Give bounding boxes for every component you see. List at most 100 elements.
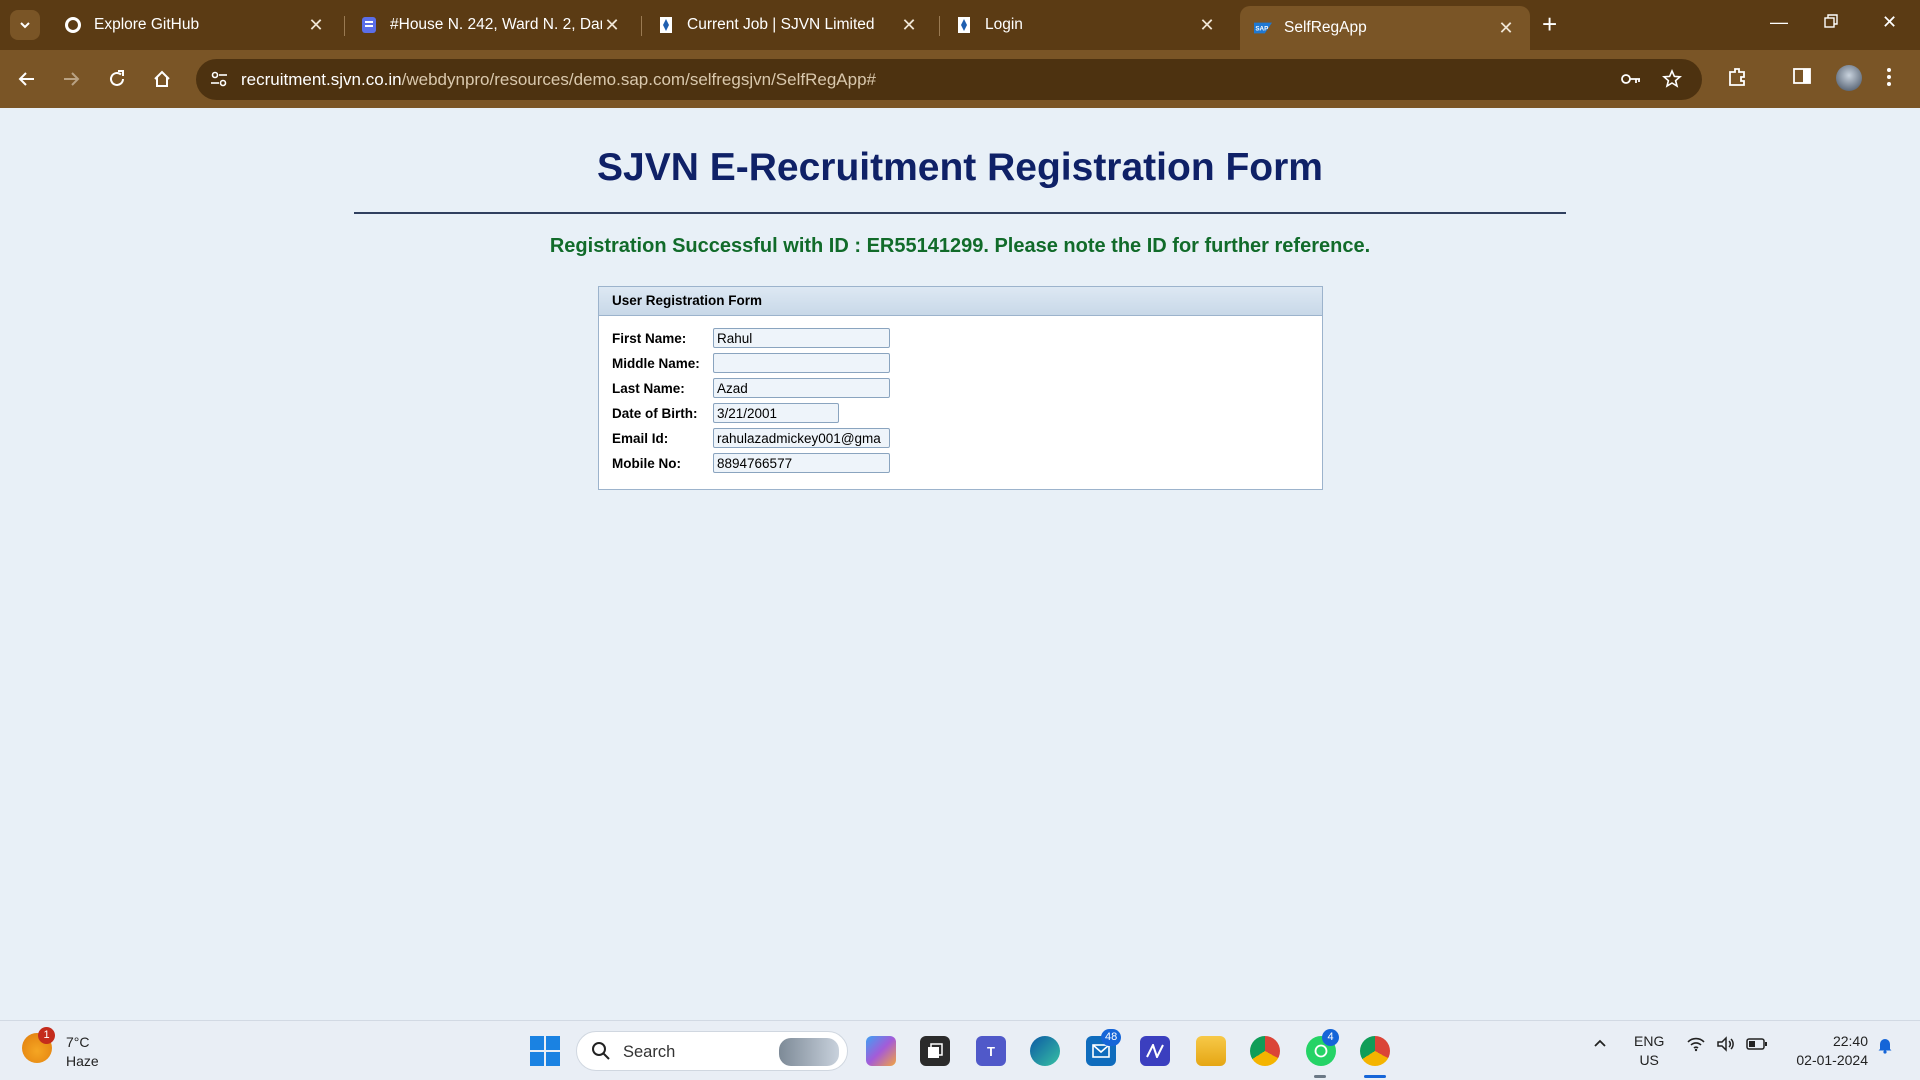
tab-title: Login	[985, 16, 1023, 33]
task-view-icon[interactable]	[920, 1036, 950, 1066]
language-indicator[interactable]: ENG US	[1634, 1032, 1664, 1070]
last-name-field[interactable]	[713, 378, 890, 398]
site-info-icon[interactable]	[208, 68, 232, 92]
tab-strip: Explore GitHub ✕ #House N. 242, Ward N. …	[0, 0, 1920, 50]
url-text[interactable]: recruitment.sjvn.co.in/webdynpro/resourc…	[241, 70, 876, 90]
middle-name-row: Middle Name:	[612, 353, 890, 373]
close-tab-icon[interactable]: ✕	[306, 15, 326, 36]
email-label: Email Id:	[612, 430, 669, 446]
tab-title: SelfRegApp	[1284, 19, 1367, 36]
close-tab-icon[interactable]: ✕	[899, 15, 919, 36]
mobile-row: Mobile No:	[612, 453, 890, 473]
chevron-down-icon	[20, 22, 30, 29]
edge-icon[interactable]	[1030, 1036, 1060, 1066]
minimize-icon[interactable]: —	[1770, 12, 1788, 33]
date-of-birth-field[interactable]	[713, 403, 839, 423]
windows-start-icon[interactable]	[530, 1036, 560, 1066]
chrome-icon[interactable]	[1250, 1036, 1280, 1066]
weather-condition: Haze	[66, 1053, 99, 1069]
language-bottom: US	[1639, 1052, 1659, 1068]
user-registration-panel: User Registration Form First Name: Middl…	[598, 286, 1323, 490]
tab-house-document[interactable]: #House N. 242, Ward N. 2, Darj ✕	[346, 6, 636, 44]
title-divider	[354, 212, 1566, 214]
tab-selfregapp[interactable]: SAP SelfRegApp ✕	[1240, 6, 1530, 50]
date-of-birth-row: Date of Birth:	[612, 403, 839, 423]
profile-avatar[interactable]	[1836, 65, 1862, 91]
tab-separator	[939, 16, 940, 36]
last-name-row: Last Name:	[612, 378, 890, 398]
restore-icon[interactable]	[1824, 12, 1838, 33]
notification-bell-icon[interactable]	[1876, 1036, 1894, 1057]
clock-time: 22:40	[1832, 1033, 1868, 1049]
new-tab-button[interactable]: +	[1542, 11, 1557, 37]
reload-icon[interactable]	[102, 64, 132, 94]
file-explorer-icon[interactable]	[1196, 1036, 1226, 1066]
clock-date: 02-01-2024	[1796, 1052, 1868, 1068]
first-name-field[interactable]	[713, 328, 890, 348]
browser-toolbar: recruitment.sjvn.co.in/webdynpro/resourc…	[0, 50, 1920, 108]
weather-widget[interactable]: 1 7°C Haze	[22, 1027, 99, 1071]
svg-text:SAP: SAP	[1255, 26, 1268, 33]
app-icon[interactable]	[1140, 1036, 1170, 1066]
sjvn-icon	[955, 16, 973, 34]
copilot-icon[interactable]	[866, 1036, 896, 1066]
extensions-icon[interactable]	[1726, 66, 1748, 93]
first-name-label: First Name:	[612, 330, 687, 346]
page-content: SJVN E-Recruitment Registration Form Reg…	[0, 108, 1920, 1020]
close-tab-icon[interactable]: ✕	[1496, 18, 1516, 39]
last-name-label: Last Name:	[612, 380, 685, 396]
chrome-profile-icon[interactable]	[1360, 1036, 1390, 1066]
chevron-up-icon[interactable]	[1592, 1036, 1608, 1055]
url-path: /webdynpro/resources/demo.sap.com/selfre…	[401, 70, 876, 89]
github-icon	[64, 16, 82, 34]
tab-title: #House N. 242, Ward N. 2, Darj	[390, 16, 602, 33]
whatsapp-badge: 4	[1322, 1029, 1339, 1046]
tab-login[interactable]: Login ✕	[941, 6, 1231, 44]
menu-icon[interactable]	[1886, 66, 1892, 93]
key-icon[interactable]	[1620, 69, 1642, 94]
teams-icon[interactable]: T	[976, 1036, 1006, 1066]
middle-name-label: Middle Name:	[612, 355, 700, 371]
tab-explore-github[interactable]: Explore GitHub ✕	[50, 6, 340, 44]
taskbar: 1 7°C Haze Search T 48 4 ENG US 22:40 02…	[0, 1020, 1920, 1080]
email-field[interactable]	[713, 428, 890, 448]
battery-icon[interactable]	[1746, 1036, 1768, 1055]
close-tab-icon[interactable]: ✕	[1197, 15, 1217, 36]
tab-separator	[344, 16, 345, 36]
wifi-icon[interactable]	[1686, 1036, 1706, 1055]
close-tab-icon[interactable]: ✕	[602, 15, 622, 36]
weather-haze-icon: 1	[22, 1027, 55, 1063]
panel-header: User Registration Form	[599, 287, 1322, 316]
sap-icon: SAP	[1254, 19, 1272, 37]
document-icon	[360, 16, 378, 34]
address-bar[interactable]: recruitment.sjvn.co.in/webdynpro/resourc…	[196, 59, 1702, 100]
date-of-birth-label: Date of Birth:	[612, 405, 698, 421]
back-icon[interactable]	[12, 64, 42, 94]
running-indicator	[1314, 1075, 1326, 1078]
home-icon[interactable]	[147, 64, 177, 94]
tab-title: Explore GitHub	[94, 16, 200, 33]
url-host: recruitment.sjvn.co.in	[241, 70, 402, 89]
taskbar-search[interactable]: Search	[576, 1031, 848, 1071]
language-top: ENG	[1634, 1033, 1665, 1049]
middle-name-field[interactable]	[713, 353, 890, 373]
page-title: SJVN E-Recruitment Registration Form	[597, 146, 1323, 189]
active-indicator	[1364, 1075, 1386, 1078]
system-clock[interactable]: 22:40 02-01-2024	[1786, 1032, 1868, 1070]
search-icon	[591, 1041, 611, 1066]
weather-badge: 1	[38, 1027, 55, 1044]
side-panel-icon[interactable]	[1792, 66, 1812, 91]
tab-search-button[interactable]	[10, 10, 40, 40]
volume-icon[interactable]	[1716, 1036, 1736, 1055]
bookmark-star-icon[interactable]	[1662, 69, 1682, 94]
success-message: Registration Successful with ID : ER5514…	[549, 235, 1371, 257]
mobile-field[interactable]	[713, 453, 890, 473]
search-placeholder: Search	[623, 1043, 676, 1061]
teams-letter: T	[987, 1043, 995, 1059]
forward-icon[interactable]	[56, 64, 86, 94]
email-row: Email Id:	[612, 428, 890, 448]
tab-current-job[interactable]: Current Job | SJVN Limited ✕	[643, 6, 933, 44]
mobile-label: Mobile No:	[612, 455, 681, 471]
close-window-icon[interactable]: ✕	[1882, 12, 1897, 33]
tab-title: Current Job | SJVN Limited	[687, 16, 875, 33]
